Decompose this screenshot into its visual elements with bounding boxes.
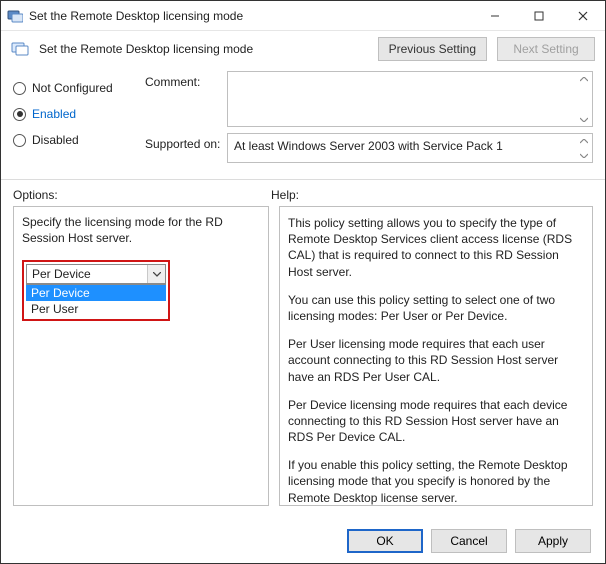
help-panel: This policy setting allows you to specif… (279, 206, 593, 506)
help-text: You can use this policy setting to selec… (288, 292, 584, 324)
help-text: Per User licensing mode requires that ea… (288, 336, 584, 385)
divider (1, 179, 605, 180)
radio-label: Disabled (32, 133, 79, 147)
policy-icon (11, 41, 29, 57)
help-text: This policy setting allows you to specif… (288, 215, 584, 280)
footer-buttons: OK Cancel Apply (347, 529, 591, 553)
header-row: Set the Remote Desktop licensing mode Pr… (1, 31, 605, 71)
maximize-button[interactable] (517, 1, 561, 31)
help-text: Per Device licensing mode requires that … (288, 397, 584, 446)
panels: Specify the licensing mode for the RD Se… (1, 206, 605, 506)
panel-labels: Options: Help: (1, 184, 605, 206)
radio-icon (13, 134, 26, 147)
option-per-device[interactable]: Per Device (26, 285, 166, 301)
apply-button[interactable]: Apply (515, 529, 591, 553)
window-title: Set the Remote Desktop licensing mode (29, 9, 473, 23)
licensing-mode-highlight: Per Device Per Device Per User (22, 260, 170, 321)
radio-icon (13, 108, 26, 121)
ok-button[interactable]: OK (347, 529, 423, 553)
scroll-up-icon[interactable] (578, 136, 590, 146)
supported-value: At least Windows Server 2003 with Servic… (234, 139, 503, 153)
comment-row: Comment: (145, 71, 593, 127)
radio-icon (13, 82, 26, 95)
help-label: Help: (271, 188, 593, 202)
radio-label: Enabled (32, 107, 76, 121)
minimize-button[interactable] (473, 1, 517, 31)
radio-disabled[interactable]: Disabled (13, 127, 133, 153)
comment-input[interactable] (227, 71, 593, 127)
scroll-down-icon[interactable] (578, 150, 590, 160)
radio-label: Not Configured (32, 81, 113, 95)
chevron-down-icon (147, 265, 165, 283)
titlebar: Set the Remote Desktop licensing mode (1, 1, 605, 31)
options-description: Specify the licensing mode for the RD Se… (22, 215, 260, 246)
scroll-up-icon[interactable] (578, 74, 590, 84)
app-icon (7, 8, 23, 24)
state-radio-group: Not Configured Enabled Disabled (13, 71, 133, 169)
next-setting-button: Next Setting (497, 37, 595, 61)
supported-row: Supported on: At least Windows Server 20… (145, 133, 593, 163)
previous-setting-button[interactable]: Previous Setting (378, 37, 487, 61)
supported-label: Supported on: (145, 133, 227, 151)
radio-enabled[interactable]: Enabled (13, 101, 133, 127)
help-text: If you enable this policy setting, the R… (288, 457, 584, 506)
option-per-user[interactable]: Per User (26, 301, 166, 317)
licensing-mode-select[interactable]: Per Device (26, 264, 166, 284)
config-fields: Comment: Supported on: At least Windows … (145, 71, 593, 169)
page-title: Set the Remote Desktop licensing mode (39, 42, 368, 56)
cancel-button[interactable]: Cancel (431, 529, 507, 553)
close-button[interactable] (561, 1, 605, 31)
supported-display: At least Windows Server 2003 with Servic… (227, 133, 593, 163)
scroll-down-icon[interactable] (578, 114, 590, 124)
comment-label: Comment: (145, 71, 227, 89)
config-area: Not Configured Enabled Disabled Comment:… (1, 71, 605, 175)
options-panel: Specify the licensing mode for the RD Se… (13, 206, 269, 506)
licensing-mode-dropdown: Per Device Per User (26, 284, 166, 317)
selected-value: Per Device (27, 267, 147, 281)
options-label: Options: (13, 188, 271, 202)
radio-not-configured[interactable]: Not Configured (13, 75, 133, 101)
